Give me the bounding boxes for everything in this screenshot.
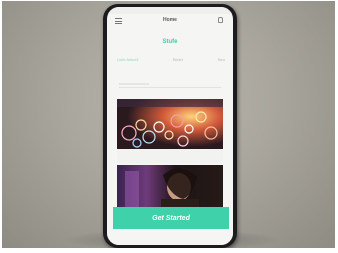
search-field[interactable]	[119, 81, 221, 88]
status-bar	[107, 7, 233, 14]
get-started-button[interactable]: Get Started	[113, 207, 229, 229]
app-logo: Stufe	[162, 39, 178, 45]
smartphone: Home Stufe Liste Aktuell Bilder Neu Get …	[103, 4, 237, 248]
phone-screen: Home Stufe Liste Aktuell Bilder Neu Get …	[107, 7, 233, 245]
tab-neu[interactable]: Neu	[218, 57, 225, 65]
tab-bilder[interactable]: Bilder	[173, 57, 183, 65]
tab-liste-aktuell[interactable]: Liste Aktuell	[117, 57, 138, 65]
app-bar: Home	[107, 14, 233, 30]
bottom-bar	[107, 229, 233, 245]
tab-bar: Liste Aktuell Bilder Neu	[117, 57, 225, 65]
page-title: Home	[163, 17, 177, 23]
lock-icon[interactable]	[218, 17, 223, 23]
bubbles-artwork	[117, 99, 223, 149]
image-caption-area	[117, 149, 223, 163]
photo-background: Home Stufe Liste Aktuell Bilder Neu Get …	[2, 1, 335, 248]
feed-image-bubbles[interactable]	[117, 99, 223, 149]
